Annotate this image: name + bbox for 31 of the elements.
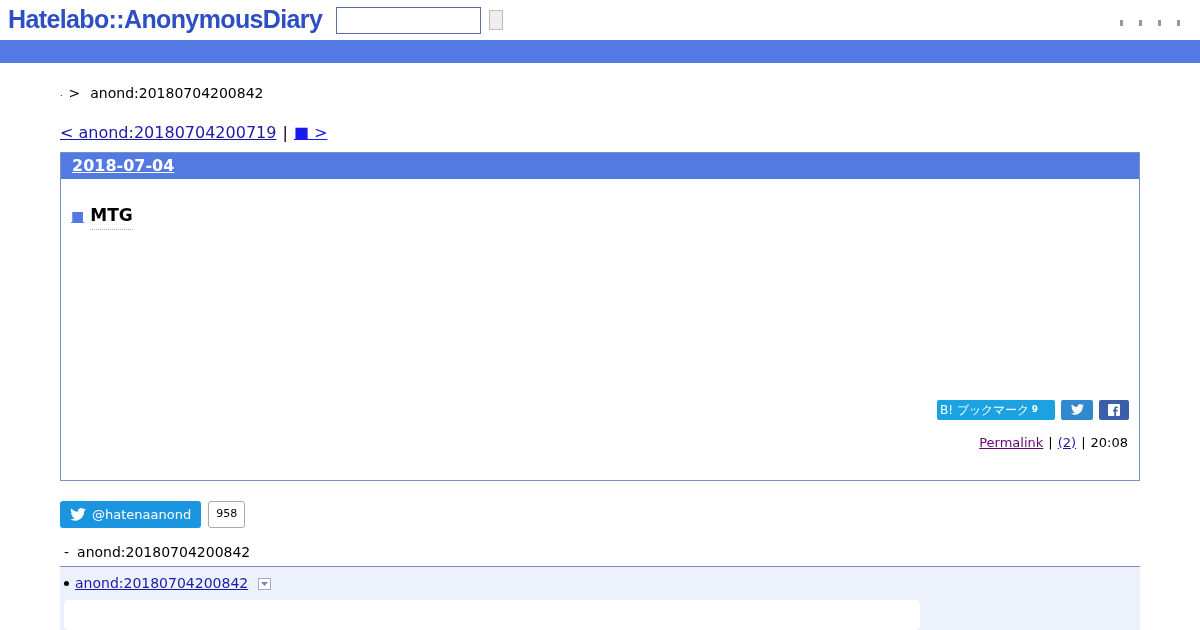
- references-title: anond:20180704200842: [77, 543, 251, 562]
- list-dash: -: [64, 543, 70, 562]
- pager-divider: |: [282, 122, 288, 144]
- bookmark-count: 9: [1031, 405, 1039, 414]
- entry-time: 20:08: [1090, 433, 1128, 452]
- follower-count: 958: [208, 501, 246, 528]
- footer-divider: |: [1081, 433, 1086, 452]
- site-logo[interactable]: Hatelabo::AnonymousDiary: [8, 1, 323, 39]
- permalink-link[interactable]: Permalink: [979, 432, 1044, 452]
- reference-link[interactable]: anond:20180704200842: [75, 573, 249, 594]
- share-button[interactable]: [1099, 399, 1129, 420]
- bookmark-label: B! ブックマーク: [940, 403, 1029, 416]
- breadcrumb-separator: >: [68, 84, 81, 103]
- tweet-button[interactable]: [1061, 399, 1093, 420]
- prev-link[interactable]: < anond:20180704200719: [60, 121, 277, 145]
- bullet-icon: [64, 581, 69, 586]
- search-field[interactable]: [336, 6, 482, 34]
- facebook-icon: [1108, 403, 1120, 416]
- breadcrumb-current: anond:20180704200842: [90, 84, 264, 103]
- home-link[interactable]: .: [60, 87, 63, 100]
- bird-icon: [70, 508, 86, 521]
- footer-divider: |: [1048, 433, 1053, 452]
- search-button[interactable]: [489, 10, 504, 30]
- comments-link[interactable]: (2): [1057, 432, 1077, 452]
- bird-icon: [1070, 404, 1084, 415]
- date-link[interactable]: 2018-07-04: [72, 154, 175, 178]
- dropdown-button[interactable]: [258, 577, 272, 590]
- section-mark[interactable]: ■: [71, 205, 85, 227]
- entry-title: MTG: [90, 203, 133, 230]
- next-link[interactable]: ■ >: [293, 121, 328, 145]
- caret-icon: [261, 581, 269, 586]
